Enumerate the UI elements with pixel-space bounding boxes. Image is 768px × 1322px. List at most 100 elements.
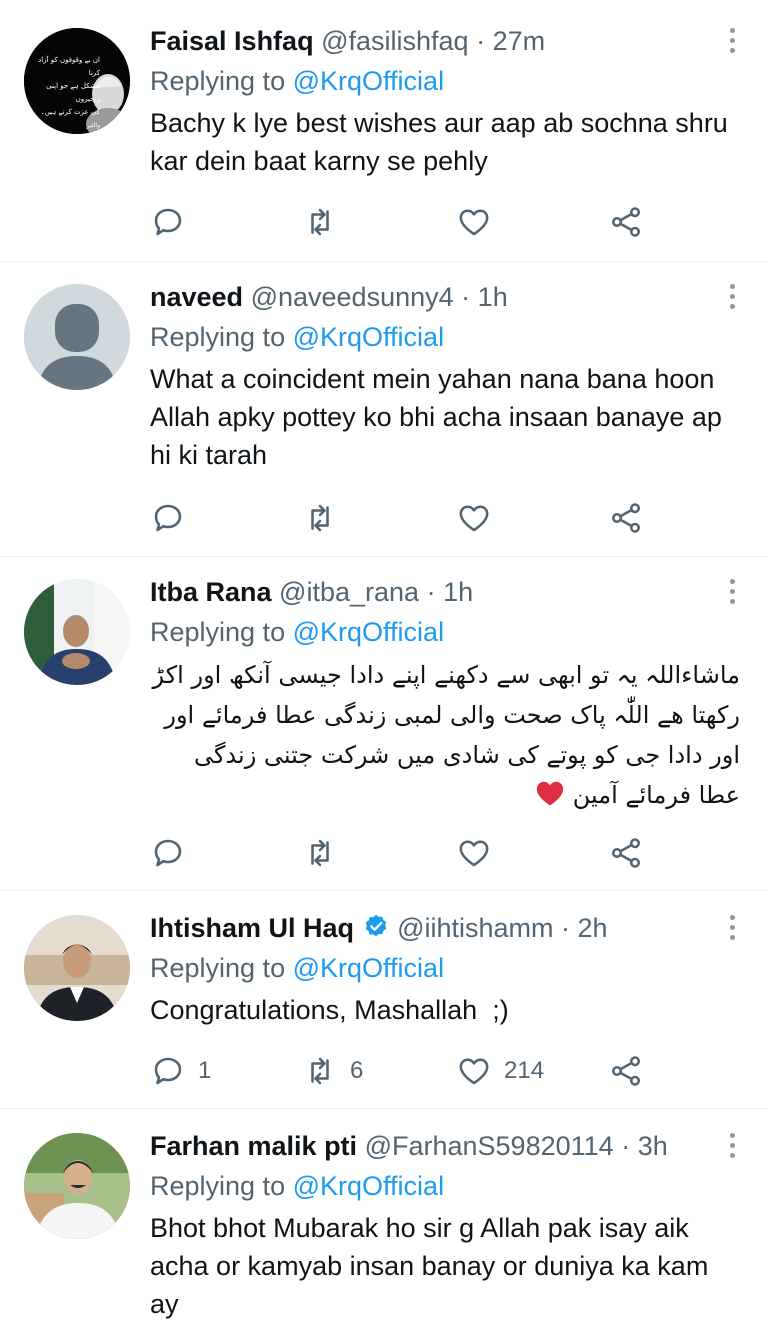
share-button[interactable] xyxy=(608,498,644,538)
reply-button[interactable] xyxy=(150,498,198,538)
mention-link[interactable]: @KrqOfficial xyxy=(293,66,444,96)
like-button[interactable]: 214 xyxy=(456,1051,544,1091)
tweet-header: Faisal Ishfaq @fasilishfaq · 27m xyxy=(150,24,728,58)
photo-avatar-icon xyxy=(24,1133,130,1239)
tweet-header: Itba Rana @itba_rana · 1h xyxy=(150,575,728,609)
reply-button[interactable]: 1 xyxy=(150,1051,211,1091)
display-name[interactable]: Ihtisham Ul Haq xyxy=(150,913,354,943)
separator-dot: · xyxy=(476,26,486,56)
verified-badge-icon xyxy=(365,914,386,937)
more-options-icon[interactable] xyxy=(730,915,738,945)
reply-button[interactable] xyxy=(150,202,198,242)
mention-link[interactable]: @KrqOfficial xyxy=(293,322,444,352)
user-handle[interactable]: @naveedsunny4 xyxy=(251,282,454,312)
retweet-icon xyxy=(311,208,329,236)
display-name[interactable]: Faisal Ishfaq xyxy=(150,26,314,56)
tweet-text: What a coincident mein yahan nana bana h… xyxy=(150,364,722,470)
retweet-button[interactable] xyxy=(302,833,350,873)
avatar[interactable] xyxy=(24,915,130,1021)
reply-button[interactable] xyxy=(150,833,198,873)
avatar-quote-line: والٹیر xyxy=(86,122,100,129)
tweet-text: ماشاءاللہ یہ تو ابھی سے دکھنے اپنے دادا … xyxy=(150,655,740,815)
mention-link[interactable]: @KrqOfficial xyxy=(293,617,444,647)
tweet-actions xyxy=(150,498,670,538)
photo-avatar-icon xyxy=(24,915,130,1021)
tweet[interactable]: Ihtisham Ul Haq @iihtishamm · 2h Replyin… xyxy=(0,891,768,1109)
replying-to-label: Replying to xyxy=(150,1171,286,1201)
mention-link[interactable]: @KrqOfficial xyxy=(293,953,444,983)
more-options-icon[interactable] xyxy=(730,28,738,58)
heart-icon xyxy=(459,209,489,236)
user-handle[interactable]: @fasilishfaq xyxy=(321,26,468,56)
replying-to-label: Replying to xyxy=(150,953,286,983)
reply-icon xyxy=(154,1057,182,1085)
tweet[interactable]: naveed @naveedsunny4 · 1h Replying to @K… xyxy=(0,262,768,557)
retweet-icon xyxy=(311,839,329,867)
tweet-header: Farhan malik pti @FarhanS59820114 · 3h xyxy=(150,1129,728,1163)
replying-to: Replying to @KrqOfficial xyxy=(150,615,728,649)
replying-to: Replying to @KrqOfficial xyxy=(150,64,728,98)
avatar-quote-line: مشکل ہے جو اپنی زنجیروں xyxy=(46,82,100,103)
tweet-actions xyxy=(150,833,670,873)
avatar[interactable] xyxy=(24,579,130,685)
user-handle[interactable]: @FarhanS59820114 xyxy=(365,1131,614,1161)
heart-icon xyxy=(459,505,489,532)
tweet-header: Ihtisham Ul Haq @iihtishamm · 2h xyxy=(150,911,728,945)
mention-link[interactable]: @KrqOfficial xyxy=(293,1171,444,1201)
tweet-header: naveed @naveedsunny4 · 1h xyxy=(150,280,728,314)
timestamp[interactable]: 2h xyxy=(578,913,608,943)
retweet-icon xyxy=(311,1057,329,1085)
display-name[interactable]: naveed xyxy=(150,282,243,312)
user-handle[interactable]: @iihtishamm xyxy=(397,913,553,943)
replying-to-label: Replying to xyxy=(150,66,286,96)
avatar[interactable] xyxy=(24,1133,130,1239)
share-icon xyxy=(611,503,641,533)
share-button[interactable] xyxy=(608,1051,644,1091)
replying-to-label: Replying to xyxy=(150,617,286,647)
separator-dot: · xyxy=(426,577,436,607)
tweet-actions: 1 6 214 xyxy=(150,1051,670,1091)
tweet[interactable]: Farhan malik pti @FarhanS59820114 · 3h R… xyxy=(0,1109,768,1322)
share-icon xyxy=(611,1056,641,1086)
replying-to: Replying to @KrqOfficial xyxy=(150,951,728,985)
heart-icon xyxy=(459,840,489,867)
replying-to-label: Replying to xyxy=(150,322,286,352)
share-icon xyxy=(611,207,641,237)
retweet-icon xyxy=(311,504,329,532)
retweet-count: 6 xyxy=(350,1057,364,1084)
tweet[interactable]: Itba Rana @itba_rana · 1h Replying to @K… xyxy=(0,557,768,891)
photo-avatar-icon xyxy=(24,579,130,685)
more-options-icon[interactable] xyxy=(730,1133,738,1163)
more-options-icon[interactable] xyxy=(730,579,738,609)
timestamp[interactable]: 3h xyxy=(638,1131,668,1161)
like-button[interactable] xyxy=(456,202,504,242)
reply-icon xyxy=(154,839,182,867)
tweet[interactable]: ان بے وقوفوں کو آزاد کرنا مشکل ہے جو اپن… xyxy=(0,0,768,262)
separator-dot: · xyxy=(561,913,571,943)
replying-to: Replying to @KrqOfficial xyxy=(150,1169,728,1203)
user-handle[interactable]: @itba_rana xyxy=(279,577,419,607)
timestamp[interactable]: 27m xyxy=(493,26,546,56)
avatar[interactable] xyxy=(24,284,130,390)
display-name[interactable]: Itba Rana xyxy=(150,577,272,607)
retweet-button[interactable] xyxy=(302,498,350,538)
share-button[interactable] xyxy=(608,202,644,242)
retweet-button[interactable]: 6 xyxy=(302,1051,363,1091)
like-button[interactable] xyxy=(456,833,504,873)
share-icon xyxy=(611,838,641,868)
display-name[interactable]: Farhan malik pti xyxy=(150,1131,357,1161)
replying-to: Replying to @KrqOfficial xyxy=(150,320,728,354)
timestamp[interactable]: 1h xyxy=(443,577,473,607)
avatar[interactable]: ان بے وقوفوں کو آزاد کرنا مشکل ہے جو اپن… xyxy=(24,28,130,134)
more-options-icon[interactable] xyxy=(730,284,738,314)
timestamp[interactable]: 1h xyxy=(478,282,508,312)
retweet-button[interactable] xyxy=(302,202,350,242)
reply-icon xyxy=(154,504,182,532)
tweet-text-body: ماشاءاللہ یہ تو ابھی سے دکھنے اپنے دادا … xyxy=(152,661,740,809)
separator-dot: · xyxy=(621,1131,631,1161)
red-heart-emoji-icon xyxy=(537,781,564,806)
share-button[interactable] xyxy=(608,833,644,873)
separator-dot: · xyxy=(461,282,471,312)
like-button[interactable] xyxy=(456,498,504,538)
avatar-quote-line: ان بے وقوفوں کو آزاد کرنا xyxy=(38,56,100,77)
